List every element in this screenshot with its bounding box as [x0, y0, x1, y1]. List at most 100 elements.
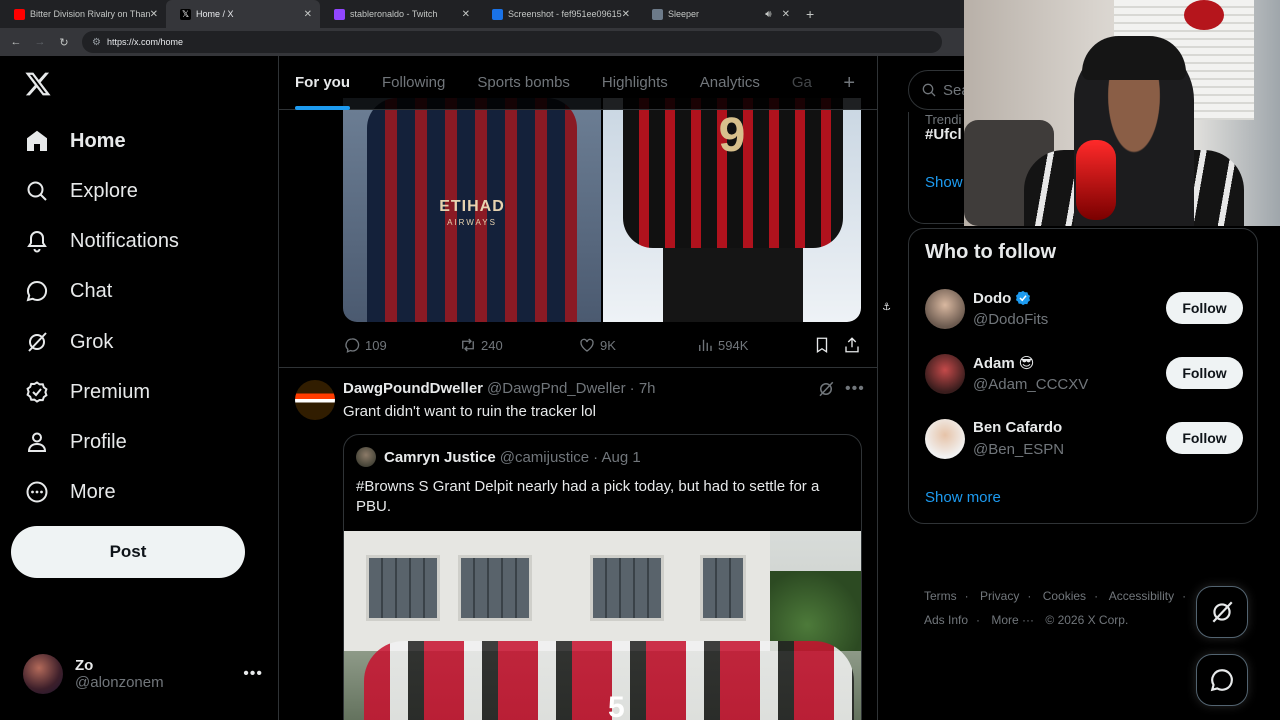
like-button[interactable]: 9K: [578, 336, 616, 354]
nav-profile[interactable]: Profile: [24, 422, 127, 462]
follow-button[interactable]: Follow: [1166, 357, 1243, 389]
new-tab-button[interactable]: +: [806, 6, 814, 22]
screenshot-icon: [492, 8, 503, 20]
close-icon[interactable]: ✕: [622, 9, 630, 20]
post-button[interactable]: Post: [11, 526, 245, 578]
tweet-author-handle[interactable]: @DawgPnd_Dweller: [487, 380, 626, 397]
nav-notifications[interactable]: Notifications: [24, 221, 179, 261]
close-icon[interactable]: ✕: [150, 9, 158, 20]
show-more-link[interactable]: Show: [925, 174, 963, 191]
browser-tab-twitch[interactable]: stableronaldo - Twitch ✕: [320, 0, 478, 28]
site-info-icon[interactable]: ⚙︎: [92, 37, 101, 48]
back-icon[interactable]: ←: [4, 36, 28, 48]
tab-for-you[interactable]: For you: [279, 56, 366, 110]
chat-icon: [1210, 669, 1233, 692]
repost-button[interactable]: 240: [459, 336, 503, 354]
tab-sports-bombs[interactable]: Sports bombs: [461, 56, 586, 110]
tab-highlights[interactable]: Highlights: [586, 56, 684, 110]
reload-icon[interactable]: ↻: [52, 36, 76, 49]
more-dots-icon[interactable]: •••: [845, 380, 865, 398]
close-icon[interactable]: ✕: [462, 9, 470, 20]
quote-video[interactable]: 5: [344, 531, 861, 720]
feed-tabs: For you Following Sports bombs Highlight…: [279, 56, 877, 110]
avatar: [925, 419, 965, 459]
heart-icon: [580, 338, 594, 352]
follow-button[interactable]: Follow: [1166, 292, 1243, 324]
footer-link[interactable]: Terms: [924, 589, 957, 603]
nav-label: Notifications: [70, 229, 179, 252]
close-icon[interactable]: ✕: [304, 9, 312, 20]
repost-icon: [462, 338, 474, 352]
footer-link[interactable]: Privacy: [980, 589, 1019, 603]
browser-tab-sleeper[interactable]: Sleeper 🔊︎ ✕: [638, 0, 798, 28]
microphone-icon: [1076, 140, 1116, 220]
media-image[interactable]: ETIHAD AIRWAYS: [343, 98, 601, 322]
browser-tab-youtube[interactable]: Bitter Division Rivalry on Thank ✕: [0, 0, 166, 28]
url-input[interactable]: ⚙︎ https://x.com/home: [82, 31, 942, 53]
media-image[interactable]: 9: [603, 98, 861, 322]
tweet-media[interactable]: ETIHAD AIRWAYS 9: [343, 98, 861, 322]
nav-explore[interactable]: Explore: [24, 171, 138, 211]
chat-fab-button[interactable]: [1196, 654, 1248, 706]
nav-label: Home: [70, 129, 126, 152]
close-icon[interactable]: ✕: [782, 9, 790, 20]
account-name: Zo: [75, 657, 94, 674]
more-dots-icon[interactable]: •••: [243, 665, 263, 683]
nav-label: Grok: [70, 330, 114, 353]
avatar[interactable]: [295, 380, 335, 420]
nav-label: Chat: [70, 279, 113, 302]
nav-more[interactable]: More: [24, 472, 116, 512]
nav-premium[interactable]: Premium: [24, 372, 150, 412]
footer-link[interactable]: More ···: [991, 613, 1034, 627]
nav-chat[interactable]: Chat: [24, 271, 112, 311]
nav-label: Profile: [70, 430, 127, 453]
divider: [279, 367, 877, 368]
views-button[interactable]: 594K: [696, 336, 748, 354]
verified-icon: [24, 379, 50, 405]
footer-link[interactable]: Ads Info: [924, 613, 968, 627]
main-feed: For you Following Sports bombs Highlight…: [279, 56, 877, 720]
follow-suggestion[interactable]: Ben Cafardo @Ben_ESPN Follow: [925, 417, 1243, 461]
tab-following[interactable]: Following: [366, 56, 461, 110]
avatar: [925, 354, 965, 394]
nav-home[interactable]: Home: [24, 121, 126, 161]
copyright: © 2026 X Corp.: [1045, 613, 1129, 627]
share-button[interactable]: [843, 336, 865, 354]
tab-overflow[interactable]: Ga: [776, 56, 828, 110]
tab-analytics[interactable]: Analytics: [684, 56, 776, 110]
show-more-link[interactable]: Show more: [925, 489, 1001, 506]
follow-suggestion[interactable]: Adam 😎 @Adam_CCCXV Follow: [925, 352, 1243, 396]
add-tab-icon[interactable]: +: [843, 72, 855, 95]
quote-text: #Browns S Grant Delpit nearly had a pick…: [356, 478, 820, 515]
follow-suggestion[interactable]: Dodo @DodoFits Follow: [925, 287, 1243, 331]
footer-link[interactable]: Cookies: [1043, 589, 1086, 603]
follow-button[interactable]: Follow: [1166, 422, 1243, 454]
trend-hashtag[interactable]: #Ufcl: [925, 126, 962, 143]
grok-fab-button[interactable]: [1196, 586, 1248, 638]
grok-icon[interactable]: [817, 380, 835, 403]
bookmark-button[interactable]: [813, 336, 835, 354]
x-logo-icon[interactable]: [24, 70, 52, 98]
avatar: [356, 447, 376, 467]
chat-icon: [24, 278, 50, 304]
webcam-overlay: [964, 0, 1280, 226]
browser-tab-x[interactable]: 𝕏 Home / X ✕: [166, 0, 320, 28]
audio-icon[interactable]: 🔊︎: [765, 9, 771, 20]
nav-label: Premium: [70, 380, 151, 403]
nav-label: More: [70, 480, 116, 503]
nav-grok[interactable]: Grok: [24, 322, 113, 362]
footer-links: Terms · Privacy · Cookies · Accessibility · …: [924, 589, 1187, 627]
search-icon: [24, 178, 50, 204]
verified-badge-icon: [1016, 290, 1031, 306]
tweet-author-name[interactable]: DawgPoundDweller: [343, 380, 483, 397]
account-switcher[interactable]: Zo @alonzonem •••: [23, 652, 263, 696]
tweet-timestamp[interactable]: · 7h: [630, 380, 656, 397]
browser-tab-screenshot[interactable]: Screenshot - fef951ee096158d ✕: [478, 0, 638, 28]
footer-link[interactable]: Accessibility: [1109, 589, 1174, 603]
reply-button[interactable]: 109: [343, 336, 387, 354]
forward-icon[interactable]: →: [28, 36, 52, 48]
quoted-tweet[interactable]: Camryn Justice @camijustice · Aug 1 #Bro…: [343, 434, 862, 720]
twitch-icon: [334, 8, 345, 20]
bell-icon: [24, 228, 50, 254]
trend-category: Trendi: [925, 112, 962, 127]
